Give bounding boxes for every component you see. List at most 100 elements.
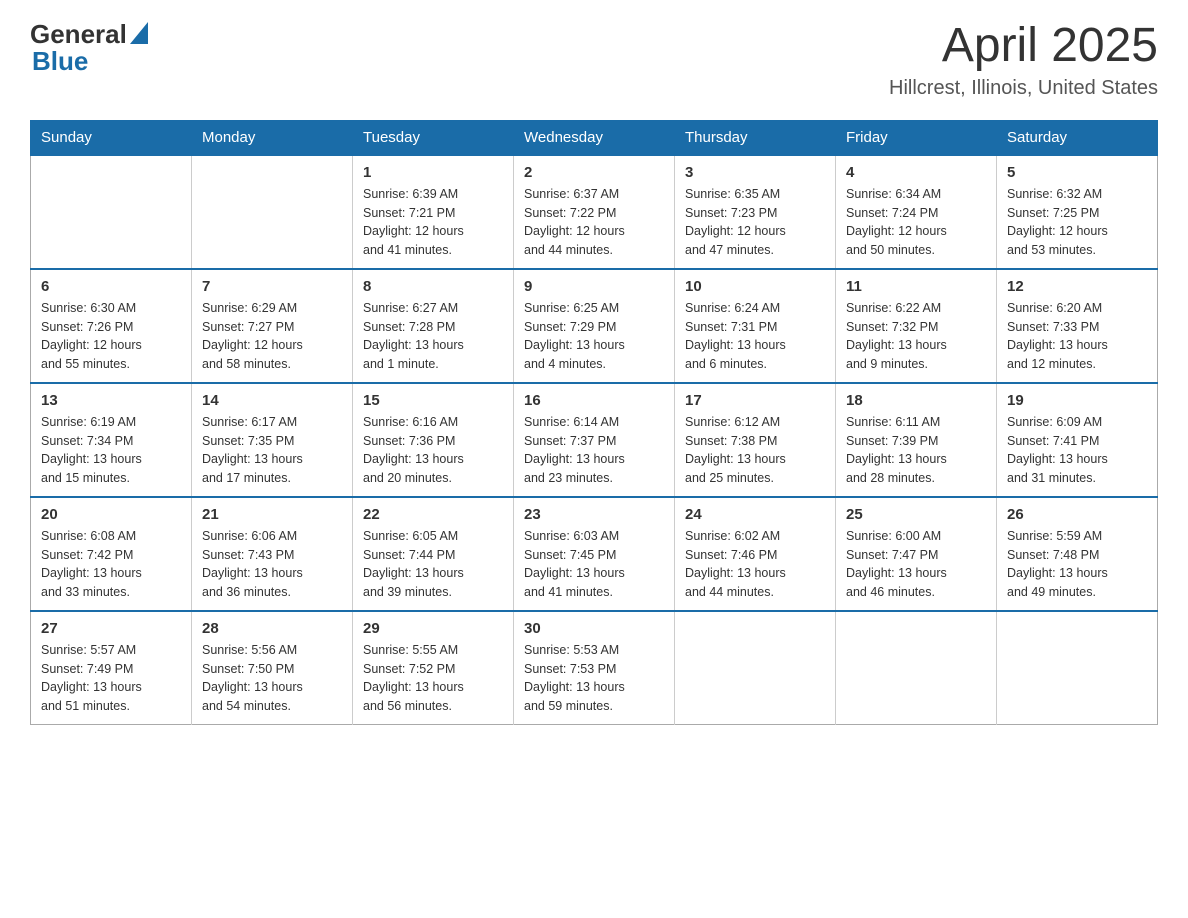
day-number: 15: [363, 392, 503, 409]
day-number: 28: [202, 620, 342, 637]
day-number: 3: [685, 164, 825, 181]
day-info: Sunrise: 6:12 AMSunset: 7:38 PMDaylight:…: [685, 413, 825, 488]
calendar-cell: 16Sunrise: 6:14 AMSunset: 7:37 PMDayligh…: [514, 383, 675, 497]
calendar-cell: [997, 611, 1158, 725]
day-number: 14: [202, 392, 342, 409]
calendar-cell: 11Sunrise: 6:22 AMSunset: 7:32 PMDayligh…: [836, 269, 997, 383]
day-number: 30: [524, 620, 664, 637]
calendar-week-row: 1Sunrise: 6:39 AMSunset: 7:21 PMDaylight…: [31, 155, 1158, 269]
calendar-cell: 5Sunrise: 6:32 AMSunset: 7:25 PMDaylight…: [997, 155, 1158, 269]
day-number: 9: [524, 278, 664, 295]
day-number: 29: [363, 620, 503, 637]
calendar-cell: 3 Sunrise: 6:35 AMSunset: 7:23 PMDaylight…: [675, 155, 836, 269]
day-info: Sunrise: 6:00 AMSunset: 7:47 PMDaylight:…: [846, 527, 986, 602]
logo-blue: Blue: [32, 48, 148, 74]
day-info: Sunrise: 6:34 AMSunset: 7:24 PMDaylight:…: [846, 185, 986, 260]
page-subtitle: Hillcrest, Illinois, United States: [889, 77, 1158, 100]
calendar-header-sunday: Sunday: [31, 120, 192, 155]
day-number: 24: [685, 506, 825, 523]
day-info: Sunrise: 6:37 AMSunset: 7:22 PMDaylight:…: [524, 185, 664, 260]
calendar-cell: 19 Sunrise: 6:09 AMSunset: 7:41 PMDayligh…: [997, 383, 1158, 497]
day-info: Sunrise: 6:27 AMSunset: 7:28 PMDaylight:…: [363, 299, 503, 374]
calendar-cell: [675, 611, 836, 725]
calendar-cell: 29Sunrise: 5:55 AMSunset: 7:52 PMDayligh…: [353, 611, 514, 725]
logo: General Blue: [30, 20, 148, 74]
day-info: Sunrise: 6:06 AMSunset: 7:43 PMDaylight:…: [202, 527, 342, 602]
day-info: Sunrise: 6:17 AMSunset: 7:35 PMDaylight:…: [202, 413, 342, 488]
day-number: 10: [685, 278, 825, 295]
day-info: Sunrise: 6:09 AMSunset: 7:41 PMDaylight:…: [1007, 413, 1147, 488]
day-number: 25: [846, 506, 986, 523]
day-info: Sunrise: 5:57 AMSunset: 7:49 PMDaylight:…: [41, 641, 181, 716]
day-number: 11: [846, 278, 986, 295]
day-number: 2: [524, 164, 664, 181]
day-info: Sunrise: 6:16 AMSunset: 7:36 PMDaylight:…: [363, 413, 503, 488]
calendar-cell: 24 Sunrise: 6:02 AMSunset: 7:46 PMDayligh…: [675, 497, 836, 611]
day-info: Sunrise: 6:29 AMSunset: 7:27 PMDaylight:…: [202, 299, 342, 374]
calendar-header-tuesday: Tuesday: [353, 120, 514, 155]
calendar-cell: 20 Sunrise: 6:08 AMSunset: 7:42 PMDayligh…: [31, 497, 192, 611]
calendar-header-thursday: Thursday: [675, 120, 836, 155]
day-info: Sunrise: 6:02 AMSunset: 7:46 PMDaylight:…: [685, 527, 825, 602]
calendar-cell: 27Sunrise: 5:57 AMSunset: 7:49 PMDayligh…: [31, 611, 192, 725]
day-info: Sunrise: 6:08 AMSunset: 7:42 PMDaylight:…: [41, 527, 181, 602]
day-info: Sunrise: 5:53 AMSunset: 7:53 PMDaylight:…: [524, 641, 664, 716]
day-number: 19: [1007, 392, 1147, 409]
logo-triangle-icon: [130, 22, 148, 44]
calendar-cell: 15 Sunrise: 6:16 AMSunset: 7:36 PMDayligh…: [353, 383, 514, 497]
calendar-cell: 12Sunrise: 6:20 AMSunset: 7:33 PMDayligh…: [997, 269, 1158, 383]
day-info: Sunrise: 6:11 AMSunset: 7:39 PMDaylight:…: [846, 413, 986, 488]
day-number: 8: [363, 278, 503, 295]
day-number: 23: [524, 506, 664, 523]
calendar-cell: 10 Sunrise: 6:24 AMSunset: 7:31 PMDayligh…: [675, 269, 836, 383]
calendar-cell: 14 Sunrise: 6:17 AMSunset: 7:35 PMDayligh…: [192, 383, 353, 497]
day-number: 4: [846, 164, 986, 181]
calendar-cell: [836, 611, 997, 725]
calendar-cell: 30 Sunrise: 5:53 AMSunset: 7:53 PMDayligh…: [514, 611, 675, 725]
title-block: April 2025 Hillcrest, Illinois, United S…: [889, 20, 1158, 100]
calendar-cell: 8 Sunrise: 6:27 AMSunset: 7:28 PMDaylight…: [353, 269, 514, 383]
calendar-cell: 23 Sunrise: 6:03 AMSunset: 7:45 PMDayligh…: [514, 497, 675, 611]
calendar-header-monday: Monday: [192, 120, 353, 155]
day-number: 20: [41, 506, 181, 523]
calendar-cell: 26 Sunrise: 5:59 AMSunset: 7:48 PMDayligh…: [997, 497, 1158, 611]
day-number: 6: [41, 278, 181, 295]
calendar-cell: 4 Sunrise: 6:34 AMSunset: 7:24 PMDaylight…: [836, 155, 997, 269]
day-number: 13: [41, 392, 181, 409]
calendar-cell: 22Sunrise: 6:05 AMSunset: 7:44 PMDayligh…: [353, 497, 514, 611]
calendar-cell: 17 Sunrise: 6:12 AMSunset: 7:38 PMDayligh…: [675, 383, 836, 497]
day-info: Sunrise: 6:24 AMSunset: 7:31 PMDaylight:…: [685, 299, 825, 374]
calendar-header-wednesday: Wednesday: [514, 120, 675, 155]
calendar-cell: [192, 155, 353, 269]
day-info: Sunrise: 5:59 AMSunset: 7:48 PMDaylight:…: [1007, 527, 1147, 602]
calendar-week-row: 6Sunrise: 6:30 AMSunset: 7:26 PMDaylight…: [31, 269, 1158, 383]
day-info: Sunrise: 6:19 AMSunset: 7:34 PMDaylight:…: [41, 413, 181, 488]
day-info: Sunrise: 6:25 AMSunset: 7:29 PMDaylight:…: [524, 299, 664, 374]
day-number: 26: [1007, 506, 1147, 523]
day-info: Sunrise: 6:39 AMSunset: 7:21 PMDaylight:…: [363, 185, 503, 260]
day-number: 17: [685, 392, 825, 409]
calendar-week-row: 27Sunrise: 5:57 AMSunset: 7:49 PMDayligh…: [31, 611, 1158, 725]
day-number: 16: [524, 392, 664, 409]
calendar-cell: 18Sunrise: 6:11 AMSunset: 7:39 PMDayligh…: [836, 383, 997, 497]
day-number: 7: [202, 278, 342, 295]
calendar-header-friday: Friday: [836, 120, 997, 155]
calendar-cell: 6Sunrise: 6:30 AMSunset: 7:26 PMDaylight…: [31, 269, 192, 383]
calendar-cell: 7 Sunrise: 6:29 AMSunset: 7:27 PMDaylight…: [192, 269, 353, 383]
page-header: General Blue April 2025 Hillcrest, Illin…: [30, 20, 1158, 100]
day-info: Sunrise: 5:56 AMSunset: 7:50 PMDaylight:…: [202, 641, 342, 716]
calendar-table: SundayMondayTuesdayWednesdayThursdayFrid…: [30, 120, 1158, 725]
day-info: Sunrise: 6:20 AMSunset: 7:33 PMDaylight:…: [1007, 299, 1147, 374]
calendar-week-row: 13 Sunrise: 6:19 AMSunset: 7:34 PMDayligh…: [31, 383, 1158, 497]
page-title: April 2025: [889, 20, 1158, 73]
day-number: 22: [363, 506, 503, 523]
day-info: Sunrise: 6:35 AMSunset: 7:23 PMDaylight:…: [685, 185, 825, 260]
calendar-cell: 28 Sunrise: 5:56 AMSunset: 7:50 PMDayligh…: [192, 611, 353, 725]
calendar-cell: 21Sunrise: 6:06 AMSunset: 7:43 PMDayligh…: [192, 497, 353, 611]
calendar-cell: 1Sunrise: 6:39 AMSunset: 7:21 PMDaylight…: [353, 155, 514, 269]
calendar-week-row: 20 Sunrise: 6:08 AMSunset: 7:42 PMDayligh…: [31, 497, 1158, 611]
calendar-cell: [31, 155, 192, 269]
calendar-header-saturday: Saturday: [997, 120, 1158, 155]
day-info: Sunrise: 6:03 AMSunset: 7:45 PMDaylight:…: [524, 527, 664, 602]
calendar-header-row: SundayMondayTuesdayWednesdayThursdayFrid…: [31, 120, 1158, 155]
